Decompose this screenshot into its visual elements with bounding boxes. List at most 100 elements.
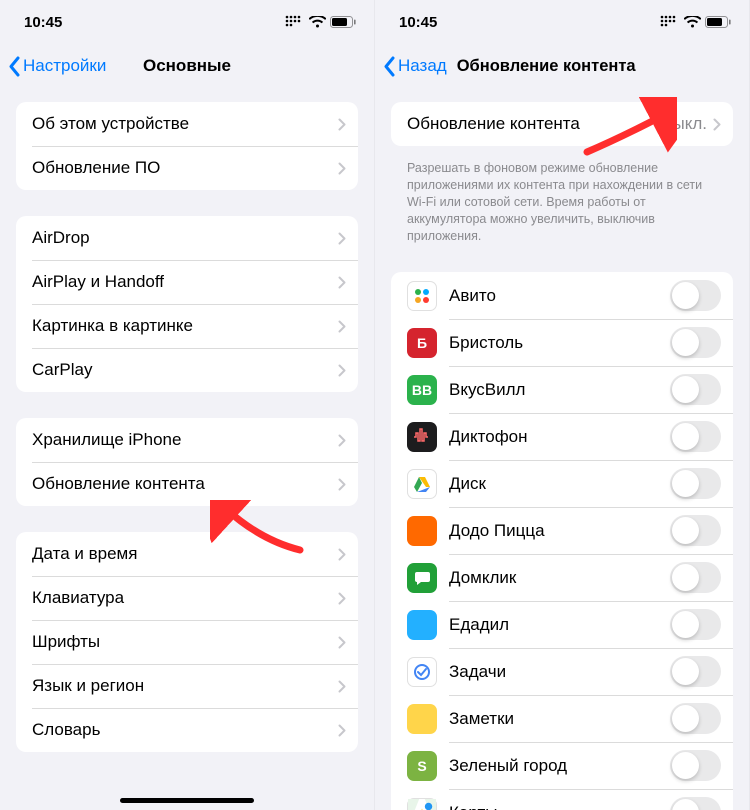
settings-row[interactable]: Хранилище iPhone xyxy=(16,418,358,462)
app-row[interactable]: Едадил xyxy=(391,601,733,648)
row-label: CarPlay xyxy=(32,360,338,380)
app-toggle[interactable] xyxy=(670,421,721,452)
settings-list: Об этом устройствеОбновление ПО AirDropAi… xyxy=(0,102,374,778)
group-footer: Разрешать в фоновом режиме обновление пр… xyxy=(391,154,733,244)
app-row[interactable]: Додо Пицца xyxy=(391,507,733,554)
app-toggle[interactable] xyxy=(670,374,721,405)
settings-row[interactable]: Язык и регион xyxy=(16,664,358,708)
app-icon xyxy=(407,610,437,640)
chevron-right-icon xyxy=(338,276,346,289)
row-label: Обновление контента xyxy=(32,474,338,494)
status-bar: 10:45 xyxy=(375,0,749,44)
battery-icon xyxy=(330,16,356,28)
chevron-right-icon xyxy=(338,636,346,649)
app-row[interactable]: Авито xyxy=(391,272,733,319)
app-icon xyxy=(407,798,437,810)
app-name: Задачи xyxy=(449,662,670,682)
status-indicators xyxy=(285,15,356,29)
app-icon xyxy=(407,422,437,452)
settings-group: Дата и время Клавиатура Шрифты Язык и регио… xyxy=(16,532,358,752)
chevron-right-icon xyxy=(338,434,346,447)
back-label: Назад xyxy=(398,56,447,76)
chevron-right-icon xyxy=(338,320,346,333)
row-label: Дата и время xyxy=(32,544,338,564)
settings-row[interactable]: Картинка в картинке xyxy=(16,304,358,348)
settings-row[interactable]: AirDrop xyxy=(16,216,358,260)
nav-title: Обновление контента xyxy=(457,57,636,76)
screen-general: 10:45 Настройки Основные Об этом устройс… xyxy=(0,0,375,810)
settings-row[interactable]: Клавиатура xyxy=(16,576,358,620)
chevron-right-icon xyxy=(338,232,346,245)
chevron-right-icon xyxy=(338,724,346,737)
back-label: Настройки xyxy=(23,56,106,76)
app-toggle[interactable] xyxy=(670,609,721,640)
app-name: Домклик xyxy=(449,568,670,588)
home-indicator[interactable] xyxy=(120,798,254,803)
app-name: Едадил xyxy=(449,615,670,635)
app-row[interactable]: Задачи xyxy=(391,648,733,695)
app-toggle[interactable] xyxy=(670,468,721,499)
settings-row[interactable]: Обновление контента xyxy=(16,462,358,506)
app-row[interactable]: Карты xyxy=(391,789,733,810)
chevron-right-icon xyxy=(338,592,346,605)
app-icon xyxy=(407,563,437,593)
row-label: Шрифты xyxy=(32,632,338,652)
chevron-right-icon xyxy=(338,162,346,175)
app-row[interactable]: Заметки xyxy=(391,695,733,742)
app-icon xyxy=(407,516,437,546)
settings-row[interactable]: Об этом устройстве xyxy=(16,102,358,146)
app-row[interactable]: Домклик xyxy=(391,554,733,601)
app-row[interactable]: Диск xyxy=(391,460,733,507)
app-toggle[interactable] xyxy=(670,562,721,593)
app-toggle[interactable] xyxy=(670,656,721,687)
settings-group: AirDropAirPlay и Handoff Картинка в карти… xyxy=(16,216,358,392)
app-toggle[interactable] xyxy=(670,280,721,311)
row-label: Клавиатура xyxy=(32,588,338,608)
app-toggle[interactable] xyxy=(670,327,721,358)
settings-row[interactable]: Дата и время xyxy=(16,532,358,576)
app-icon: Б xyxy=(407,328,437,358)
settings-row[interactable]: Словарь xyxy=(16,708,358,752)
chevron-left-icon xyxy=(383,56,396,77)
wifi-icon xyxy=(684,16,701,28)
app-icon xyxy=(407,469,437,499)
wifi-icon xyxy=(309,16,326,28)
app-row[interactable]: SЗеленый город xyxy=(391,742,733,789)
settings-row[interactable]: Шрифты xyxy=(16,620,358,664)
app-row[interactable]: Б Бристоль xyxy=(391,319,733,366)
settings-row[interactable]: Обновление ПО xyxy=(16,146,358,190)
app-name: Авито xyxy=(449,286,670,306)
status-indicators xyxy=(660,15,731,29)
app-icon xyxy=(407,281,437,311)
status-bar: 10:45 xyxy=(0,0,374,44)
apps-group: Авито Б Бристоль ВВВкусВиллДиктофонДискДодо… xyxy=(391,272,733,810)
chevron-right-icon xyxy=(713,118,721,131)
app-name: Зеленый город xyxy=(449,756,670,776)
nav-bar: Настройки Основные xyxy=(0,44,374,88)
settings-row[interactable]: CarPlay xyxy=(16,348,358,392)
row-label: Обновление контента xyxy=(407,114,661,134)
back-button[interactable]: Настройки xyxy=(8,56,106,77)
app-row[interactable]: Диктофон xyxy=(391,413,733,460)
row-label: Картинка в картинке xyxy=(32,316,338,336)
row-background-refresh-master[interactable]: Обновление контента Выкл. xyxy=(391,102,733,146)
app-toggle[interactable] xyxy=(670,750,721,781)
settings-row[interactable]: AirPlay и Handoff xyxy=(16,260,358,304)
app-toggle[interactable] xyxy=(670,797,721,810)
back-button[interactable]: Назад xyxy=(383,56,447,77)
chevron-right-icon xyxy=(338,118,346,131)
app-name: Заметки xyxy=(449,709,670,729)
app-name: Бристоль xyxy=(449,333,670,353)
nav-bar: Назад Обновление контента xyxy=(375,44,749,88)
status-time: 10:45 xyxy=(399,14,437,31)
app-name: ВкусВилл xyxy=(449,380,670,400)
app-toggle[interactable] xyxy=(670,703,721,734)
chevron-right-icon xyxy=(338,680,346,693)
battery-icon xyxy=(705,16,731,28)
app-name: Карты xyxy=(449,803,670,810)
app-toggle[interactable] xyxy=(670,515,721,546)
dual-sim-icon xyxy=(285,15,305,29)
app-row[interactable]: ВВВкусВилл xyxy=(391,366,733,413)
row-value: Выкл. xyxy=(661,114,707,134)
screen-background-refresh: 10:45 Назад Обновление контента Обновлен… xyxy=(375,0,750,810)
